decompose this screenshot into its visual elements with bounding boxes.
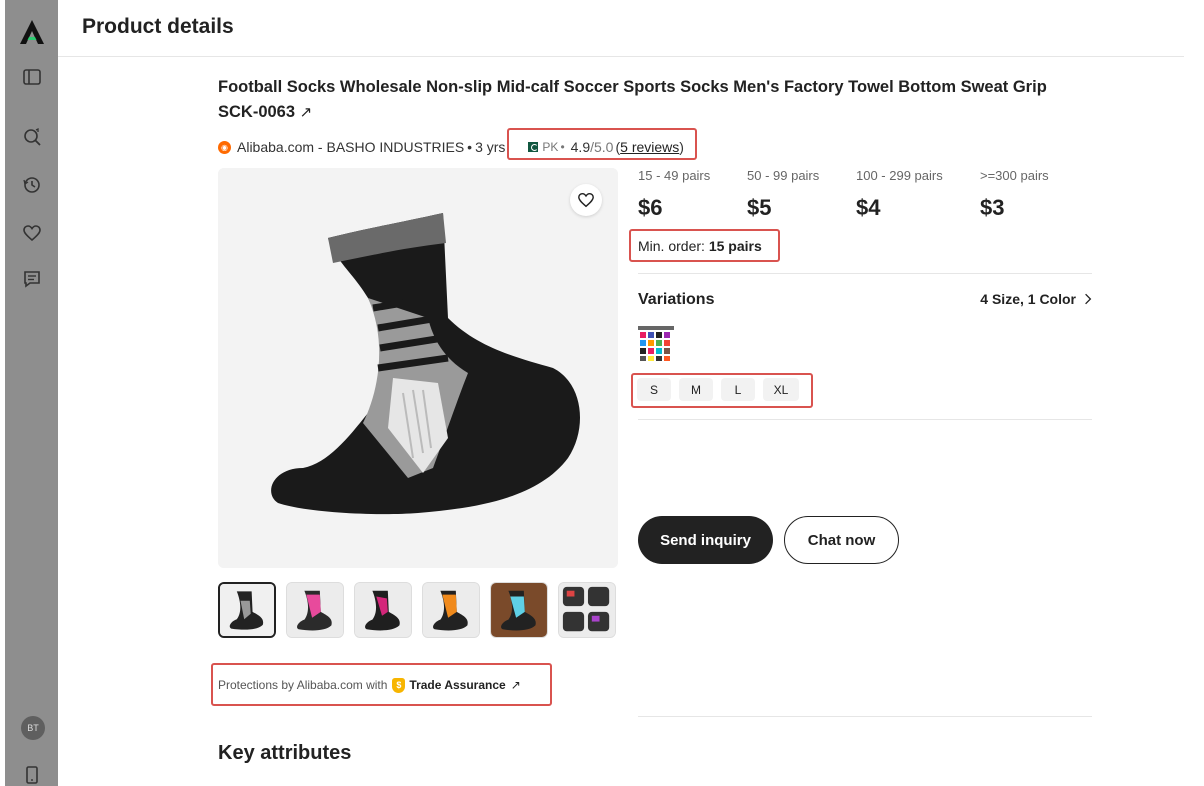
price-tier: >=300 pairs $3: [980, 168, 1089, 221]
thumbnail-5[interactable]: [490, 582, 548, 638]
tier-quantity: 50 - 99 pairs: [747, 168, 820, 183]
tier-price: $4: [856, 195, 881, 220]
main-content: Product details Football Socks Wholesale…: [58, 0, 1184, 786]
alibaba-logo-icon: ◉: [218, 140, 231, 154]
sock-image: [218, 168, 618, 568]
favorite-button[interactable]: [570, 184, 602, 216]
page-title: Product details: [82, 15, 234, 38]
highlight-sizes: [631, 373, 813, 408]
divider: [638, 273, 1092, 274]
thumbnail-6[interactable]: [558, 582, 616, 638]
search-refresh-icon[interactable]: [21, 126, 43, 148]
highlight-min-order: [629, 229, 780, 262]
thumbnail-4[interactable]: [422, 582, 480, 638]
tier-price: $6: [638, 195, 663, 220]
variations-label: Variations: [638, 291, 715, 308]
page-header: Product details: [58, 0, 1184, 57]
tier-quantity: >=300 pairs: [980, 168, 1049, 183]
app-sidebar: BT: [5, 0, 58, 786]
product-title[interactable]: Football Socks Wholesale Non-slip Mid-ca…: [218, 75, 1078, 125]
heart-icon[interactable]: [21, 222, 43, 244]
thumbnail-2[interactable]: [286, 582, 344, 638]
thumbnail-3[interactable]: [354, 582, 412, 638]
tier-quantity: 15 - 49 pairs: [638, 168, 711, 183]
divider: [638, 716, 1092, 717]
variations-summary[interactable]: 4 Size, 1 Color: [980, 291, 1092, 307]
highlight-protection: [211, 663, 552, 706]
heart-outline-icon: [578, 192, 594, 208]
price-tiers: 15 - 49 pairs $6 50 - 99 pairs $5 100 - …: [638, 168, 1089, 221]
product-title-text: Football Socks Wholesale Non-slip Mid-ca…: [218, 78, 1047, 121]
divider: [638, 419, 1092, 420]
variations-summary-text: 4 Size, 1 Color: [980, 291, 1076, 307]
chat-now-button[interactable]: Chat now: [784, 516, 899, 564]
key-attributes-heading: Key attributes: [218, 742, 352, 764]
seller-name[interactable]: Alibaba.com - BASHO INDUSTRIES: [237, 139, 464, 155]
price-tier: 50 - 99 pairs $5: [747, 168, 856, 221]
seller-years: 3 yrs: [475, 139, 506, 155]
color-option-swatch[interactable]: [638, 326, 674, 362]
history-icon[interactable]: [21, 174, 43, 196]
scrollbar-track[interactable]: [1184, 0, 1204, 786]
product-main-image[interactable]: [218, 168, 618, 568]
chat-icon[interactable]: [21, 268, 43, 290]
highlight-rating: [507, 128, 697, 160]
price-tier: 100 - 299 pairs $4: [856, 168, 980, 221]
price-tier: 15 - 49 pairs $6: [638, 168, 747, 221]
thumbnail-strip: [218, 582, 616, 638]
mobile-icon[interactable]: [21, 764, 43, 786]
tier-price: $5: [747, 195, 772, 220]
send-inquiry-button[interactable]: Send inquiry: [638, 516, 773, 564]
thumbnail-1[interactable]: [218, 582, 276, 638]
logo-icon[interactable]: [18, 18, 46, 46]
chevron-right-icon: [1085, 293, 1092, 305]
separator: •: [467, 139, 473, 155]
tier-price: $3: [980, 195, 1005, 220]
sidebar-toggle-icon[interactable]: [21, 66, 43, 88]
external-link-icon[interactable]: ↗: [300, 104, 313, 121]
tier-quantity: 100 - 299 pairs: [856, 168, 943, 183]
avatar[interactable]: BT: [21, 716, 45, 740]
